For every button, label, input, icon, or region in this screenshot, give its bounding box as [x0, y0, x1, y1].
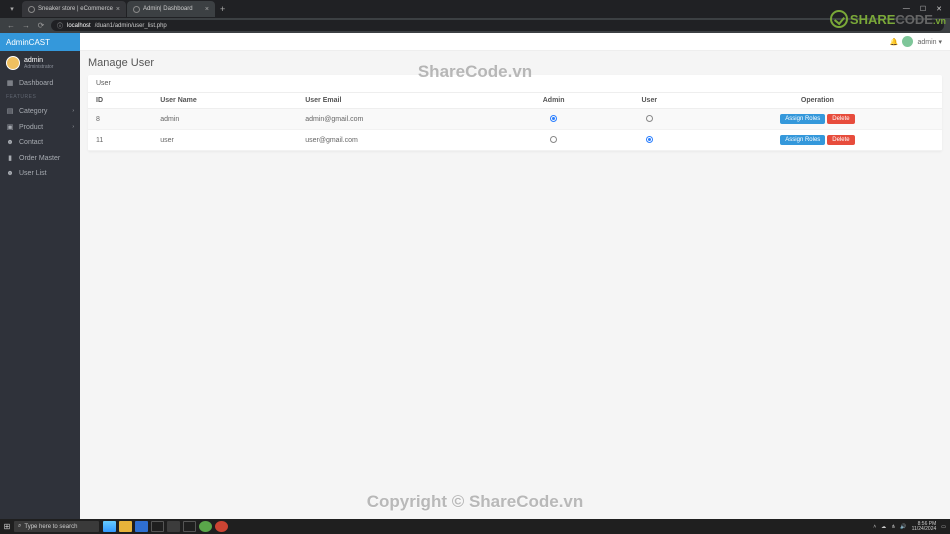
site-info-icon: ⓘ — [57, 21, 63, 30]
cell-name: admin — [152, 109, 297, 130]
search-placeholder: Type here to search — [24, 524, 77, 530]
taskbar-app[interactable] — [183, 521, 196, 532]
assign-roles-button[interactable]: Assign Roles — [780, 135, 825, 145]
page-title: Manage User — [88, 57, 942, 69]
avatar — [6, 56, 20, 70]
close-icon[interactable]: × — [205, 6, 209, 13]
notification-icon[interactable]: 🔔 — [890, 38, 899, 46]
sidebar: AdminCAST admin Administrator ▦ Dashboar… — [0, 33, 80, 519]
sidebar-item-label: Order Master — [19, 155, 60, 162]
col-admin: Admin — [502, 93, 606, 109]
user-table: ID User Name User Email Admin User Opera… — [88, 93, 942, 151]
chevron-right-icon: › — [72, 108, 74, 114]
search-icon: ⌕ — [18, 523, 21, 530]
admin-radio[interactable] — [550, 136, 557, 143]
sidebar-item-label: Product — [19, 124, 43, 131]
start-button[interactable]: ⊞ — [0, 522, 14, 531]
tab-favicon — [28, 6, 35, 13]
col-op: Operation — [693, 93, 942, 109]
tab-favicon — [133, 6, 140, 13]
delete-button[interactable]: Delete — [827, 114, 854, 124]
taskbar: ⊞ ⌕ Type here to search ˄ ☁ ⋔ 🔊 8:56 PM … — [0, 519, 950, 534]
tray-volume-icon[interactable]: 🔊 — [900, 524, 906, 530]
col-name: User Name — [152, 93, 297, 109]
sidebar-item-order-master[interactable]: ▮ Order Master — [0, 150, 80, 166]
address-bar[interactable]: ⓘ localhost/duan1/admin/user_list.php — [51, 20, 944, 31]
col-email: User Email — [297, 93, 501, 109]
sidebar-item-contact[interactable]: ☻ Contact — [0, 135, 80, 150]
user-icon: ☻ — [6, 170, 14, 177]
sidebar-item-label: Contact — [19, 139, 43, 146]
cell-email: user@gmail.com — [297, 130, 501, 151]
minimize-icon[interactable]: — — [903, 5, 910, 13]
tag-icon: ▤ — [6, 107, 14, 115]
sidebar-item-user-list[interactable]: ☻ User List — [0, 166, 80, 181]
brand[interactable]: AdminCAST — [0, 33, 80, 51]
cart-icon: ▣ — [6, 123, 14, 131]
url-path: /duan1/admin/user_list.php — [95, 23, 167, 29]
taskbar-app[interactable] — [151, 521, 164, 532]
avatar[interactable] — [902, 36, 913, 47]
close-icon[interactable]: × — [116, 6, 120, 13]
browser-tab-active[interactable]: Admin| Dashboard × — [127, 1, 215, 17]
forward-button[interactable]: → — [21, 21, 31, 30]
tray-chevron-icon[interactable]: ˄ — [873, 524, 876, 530]
tray-cloud-icon[interactable]: ☁ — [881, 524, 886, 530]
reload-button[interactable]: ⟳ — [36, 21, 46, 30]
taskbar-app[interactable] — [215, 521, 228, 532]
sidebar-item-category[interactable]: ▤ Category › — [0, 103, 80, 119]
taskbar-app[interactable] — [119, 521, 132, 532]
sidebar-item-dashboard[interactable]: ▦ Dashboard — [0, 75, 80, 91]
user-card: User ID User Name User Email Admin User … — [88, 75, 942, 151]
browser-tab[interactable]: Sneaker store | eCommerce × — [22, 1, 126, 17]
table-row: 11useruser@gmail.com Assign Roles Delete — [88, 130, 942, 151]
user-role: Administrator — [24, 64, 53, 70]
new-tab-button[interactable]: + — [216, 4, 229, 14]
maximize-icon[interactable]: ☐ — [920, 5, 926, 13]
taskbar-app[interactable] — [167, 521, 180, 532]
user-radio[interactable] — [646, 136, 653, 143]
tab-title: Sneaker store | eCommerce — [38, 6, 113, 12]
chevron-right-icon: › — [72, 124, 74, 130]
sidebar-user: admin Administrator — [0, 51, 80, 75]
tray-wifi-icon[interactable]: ⋔ — [891, 524, 895, 530]
topbar-user[interactable]: admin ▾ — [917, 38, 942, 46]
user-radio[interactable] — [646, 115, 653, 122]
notifications-icon[interactable]: ▭ — [941, 524, 946, 530]
user-icon: ☻ — [6, 139, 14, 146]
cell-id: 11 — [88, 130, 152, 151]
tab-menu-button[interactable]: ▾ — [5, 2, 19, 16]
system-tray[interactable]: ˄ ☁ ⋔ 🔊 8:56 PM 11/24/2024 ▭ — [873, 522, 950, 532]
back-button[interactable]: ← — [6, 21, 16, 30]
cell-name: user — [152, 130, 297, 151]
delete-button[interactable]: Delete — [827, 135, 854, 145]
sidebar-section: FEATURES — [0, 91, 80, 103]
table-row: 8adminadmin@gmail.com Assign Roles Delete — [88, 109, 942, 130]
cell-id: 8 — [88, 109, 152, 130]
user-name: admin — [24, 57, 53, 64]
sidebar-item-label: Dashboard — [19, 80, 53, 87]
tab-title: Admin| Dashboard — [143, 6, 193, 12]
taskbar-apps — [103, 521, 228, 532]
clock[interactable]: 8:56 PM 11/24/2024 — [912, 522, 937, 532]
col-user: User — [606, 93, 693, 109]
admin-radio[interactable] — [550, 115, 557, 122]
topbar: 🔔 admin ▾ — [80, 33, 950, 51]
file-icon: ▮ — [6, 154, 14, 162]
taskbar-app[interactable] — [135, 521, 148, 532]
url-host: localhost — [67, 23, 91, 29]
dashboard-icon: ▦ — [6, 79, 14, 87]
sidebar-item-label: Category — [19, 108, 47, 115]
assign-roles-button[interactable]: Assign Roles — [780, 114, 825, 124]
sidebar-item-product[interactable]: ▣ Product › — [0, 119, 80, 135]
col-id: ID — [88, 93, 152, 109]
sidebar-item-label: User List — [19, 170, 47, 177]
taskbar-app[interactable] — [103, 521, 116, 532]
taskbar-search[interactable]: ⌕ Type here to search — [14, 521, 99, 532]
close-window-icon[interactable]: ✕ — [936, 5, 942, 13]
taskbar-app[interactable] — [199, 521, 212, 532]
card-header: User — [88, 75, 942, 93]
cell-email: admin@gmail.com — [297, 109, 501, 130]
